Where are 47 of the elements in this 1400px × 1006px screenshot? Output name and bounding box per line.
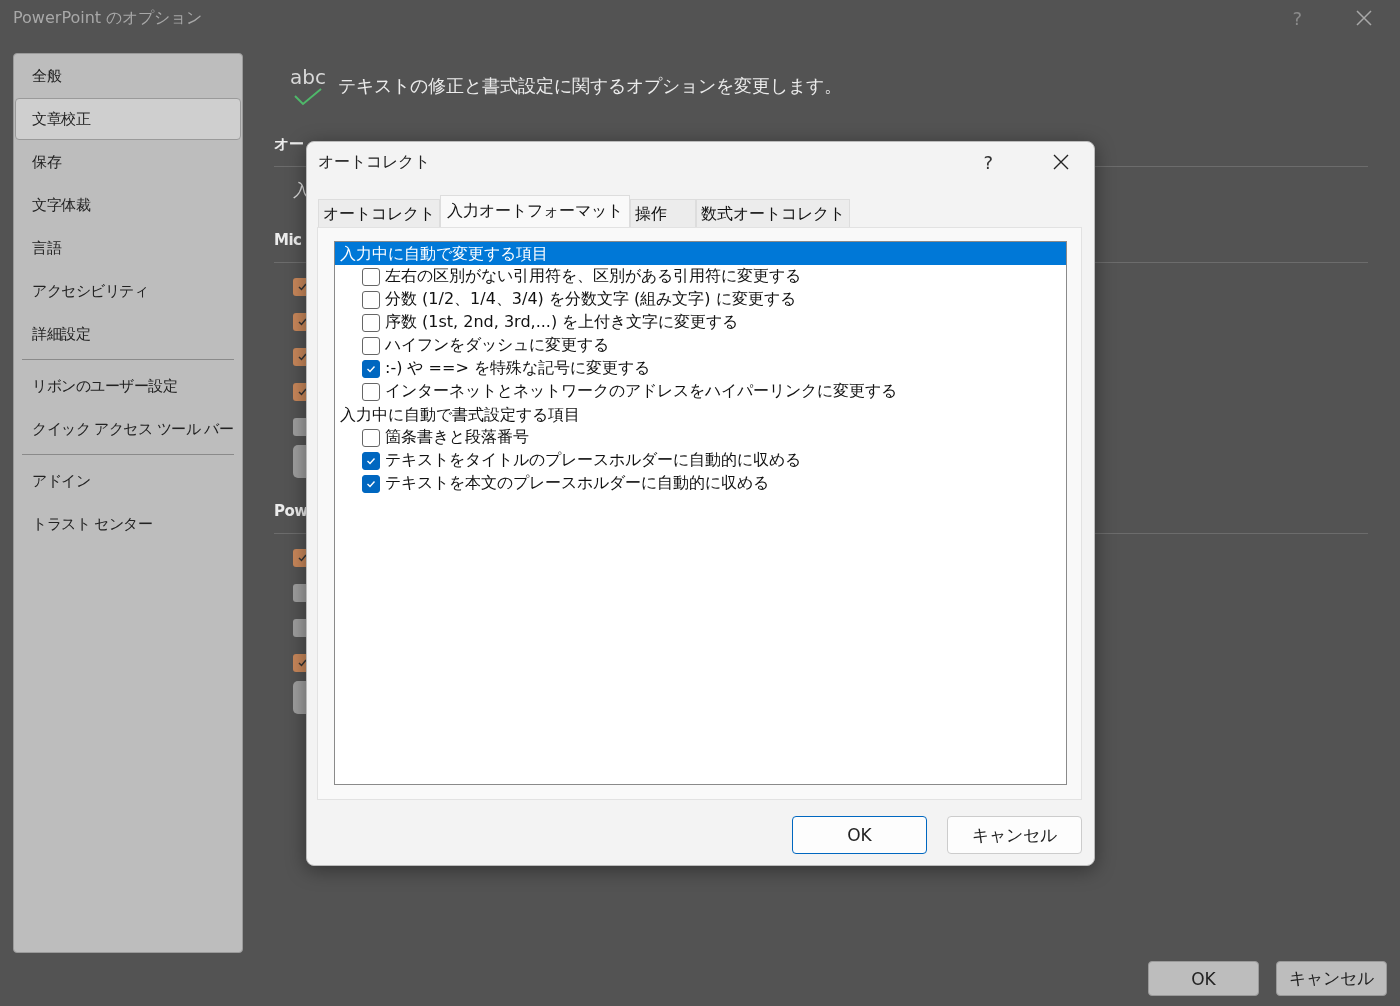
tab[interactable]: 数式オートコレクト [696,199,850,227]
sidebar-item[interactable]: クイック アクセス ツール バー [15,408,241,450]
option-label: テキストをタイトルのプレースホルダーに自動的に収める [385,450,801,471]
sidebar-item[interactable]: リボンのユーザー設定 [15,365,241,407]
help-button[interactable]: ? [983,151,993,173]
checkbox[interactable] [362,267,380,286]
sidebar-item[interactable]: 文章校正 [15,98,241,140]
tab[interactable]: 操作 [630,199,696,227]
checkbox[interactable] [362,451,380,470]
list-heading[interactable]: 入力中に自動で変更する項目 [335,242,1066,265]
option-label: 序数 (1st, 2nd, 3rd,...) を上付き文字に変更する [385,312,739,333]
sidebar-item[interactable]: 文字体裁 [15,184,241,226]
sidebar-item[interactable]: 全般 [15,55,241,97]
sidebar-item[interactable]: アクセシビリティ [15,270,241,312]
dialog-title: オートコレクト [318,151,431,173]
option-label: インターネットとネットワークのアドレスをハイパーリンクに変更する [385,381,897,402]
sidebar-item[interactable]: アドイン [15,460,241,502]
dialog-button[interactable]: キャンセル [1276,961,1387,996]
sidebar-item[interactable]: 言語 [15,227,241,269]
section-title: Pow [274,501,309,522]
option-label: 左右の区別がない引用符を、区別がある引用符に変更する [385,266,801,287]
checkbox[interactable] [362,313,380,332]
tab[interactable]: 入力オートフォーマット [440,195,630,227]
checkbox[interactable] [362,290,380,309]
header-text: テキストの修正と書式設定に関するオプションを変更します。 [337,74,842,98]
option-label: 分数 (1/2、1/4、3/4) を分数文字 (組み文字) に変更する [385,289,796,310]
option-label: 箇条書きと段落番号 [385,427,529,448]
close-icon[interactable] [1053,154,1069,170]
list-heading[interactable]: 入力中に自動で書式設定する項目 [335,403,1066,426]
section-title: オー [274,134,304,155]
section-title: Mic [274,230,303,251]
window-title: PowerPoint のオプション [13,7,204,29]
sidebar-item[interactable]: 詳細設定 [15,313,241,355]
checkbox[interactable] [362,474,380,493]
checkbox[interactable] [362,336,380,355]
dialog-button[interactable]: OK [1148,961,1259,996]
option-label: テキストを本文のプレースホルダーに自動的に収める [385,473,769,494]
sidebar-item[interactable]: 保存 [15,141,241,183]
sidebar-item[interactable]: トラスト センター [15,503,241,545]
checkbox[interactable] [362,382,380,401]
option-label: :-) や ==> を特殊な記号に変更する [385,358,650,379]
tab[interactable]: オートコレクト [318,199,440,227]
dialog-button[interactable]: キャンセル [947,816,1082,854]
option-label: ハイフンをダッシュに変更する [385,335,609,356]
checkbox[interactable] [362,428,380,447]
checkbox[interactable] [362,359,380,378]
dialog-button[interactable]: OK [792,816,927,854]
